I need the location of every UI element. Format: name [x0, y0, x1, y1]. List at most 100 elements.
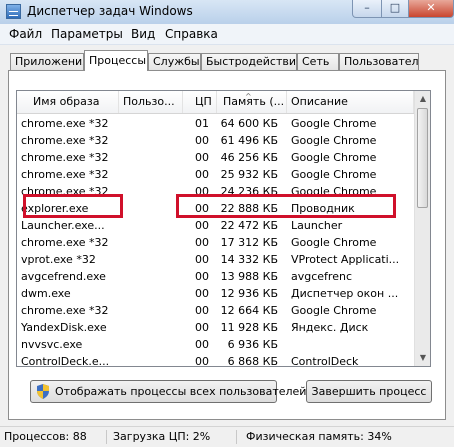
- process-name-cell: chrome.exe *32: [21, 236, 109, 249]
- process-user-cell: [123, 217, 183, 234]
- process-memory-cell: 12 936 КБ: [220, 287, 278, 300]
- process-row[interactable]: dwm.exe 00 12 936 КБ Диспетчер окон ...: [17, 285, 414, 302]
- process-memory-cell: 22 472 КБ: [220, 219, 278, 232]
- column-header-cpu[interactable]: ЦП: [183, 91, 217, 113]
- process-cpu-cell: 00: [195, 270, 209, 283]
- tab-services[interactable]: Службы: [148, 53, 201, 70]
- sort-ascending-icon: ^: [245, 92, 252, 101]
- close-button[interactable]: ✕: [408, 0, 454, 18]
- process-cpu-cell: 00: [195, 321, 209, 334]
- process-user-cell: [123, 115, 183, 132]
- show-all-processes-label: Отображать процессы всех пользователей: [55, 385, 307, 398]
- status-separator: [236, 430, 237, 444]
- process-row[interactable]: ControlDeck.e... 00 6 868 КБ ControlDeck: [17, 353, 414, 367]
- process-row[interactable]: chrome.exe *32 00 17 312 КБ Google Chrome: [17, 234, 414, 251]
- scroll-down-icon[interactable]: ▼: [415, 350, 430, 366]
- process-user-cell: [123, 302, 183, 319]
- process-name-cell: explorer.exe: [21, 202, 89, 215]
- process-description-cell: Google Chrome: [291, 151, 377, 164]
- column-header-description[interactable]: Описание: [287, 91, 414, 113]
- process-user-cell: [123, 268, 183, 285]
- status-bar: Процессов: 88 Загрузка ЦП: 2% Физическая…: [0, 426, 454, 447]
- column-header-memory[interactable]: ^ Память (...: [217, 91, 287, 113]
- process-memory-cell: 13 988 КБ: [220, 270, 278, 283]
- status-cpu-usage: Загрузка ЦП: 2%: [113, 430, 211, 443]
- process-cpu-cell: 01: [195, 117, 209, 130]
- process-memory-cell: 22 888 КБ: [220, 202, 278, 215]
- process-memory-cell: 46 256 КБ: [220, 151, 278, 164]
- process-user-cell: [123, 132, 183, 149]
- menu-options[interactable]: Параметры: [51, 27, 123, 41]
- process-description-cell: Яндекс. Диск: [291, 321, 369, 334]
- process-name-cell: chrome.exe *32: [21, 185, 109, 198]
- process-name-cell: vprot.exe *32: [21, 253, 96, 266]
- process-name-cell: YandexDisk.exe: [21, 321, 107, 334]
- process-memory-cell: 11 928 КБ: [220, 321, 278, 334]
- process-description-cell: Google Chrome: [291, 117, 377, 130]
- show-all-processes-button[interactable]: Отображать процессы всех пользователей: [30, 380, 306, 403]
- process-user-cell: [123, 183, 183, 200]
- tab-network[interactable]: Сеть: [297, 53, 339, 70]
- maximize-button[interactable]: □: [381, 0, 409, 18]
- process-cpu-cell: 00: [195, 253, 209, 266]
- process-row[interactable]: chrome.exe *32 00 25 932 КБ Google Chrome: [17, 166, 414, 183]
- title-bar[interactable]: Диспетчер задач Windows – □ ✕: [0, 0, 454, 24]
- process-description-cell: Google Chrome: [291, 304, 377, 317]
- process-user-cell: [123, 200, 183, 217]
- process-row[interactable]: nvvsvc.exe 00 6 936 КБ: [17, 336, 414, 353]
- process-name-cell: chrome.exe *32: [21, 151, 109, 164]
- process-cpu-cell: 00: [195, 202, 209, 215]
- process-cpu-cell: 00: [195, 338, 209, 351]
- menu-view[interactable]: Вид: [131, 27, 155, 41]
- process-name-cell: chrome.exe *32: [21, 134, 109, 147]
- process-description-cell: Launcher: [291, 219, 343, 232]
- process-row[interactable]: vprot.exe *32 00 14 332 КБ VProtect Applica…: [17, 251, 414, 268]
- process-user-cell: [123, 336, 183, 353]
- process-row[interactable]: chrome.exe *32 00 61 496 КБ Google Chrome: [17, 132, 414, 149]
- process-memory-cell: 17 312 КБ: [220, 236, 278, 249]
- process-cpu-cell: 00: [195, 355, 209, 367]
- process-row[interactable]: chrome.exe *32 00 24 236 КБ Google Chrome: [17, 183, 414, 200]
- minimize-button[interactable]: –: [352, 0, 382, 18]
- process-description-cell: avgcefrenc: [291, 270, 352, 283]
- tab-processes[interactable]: Процессы: [84, 50, 148, 71]
- process-row[interactable]: chrome.exe *32 00 46 256 КБ Google Chrome: [17, 149, 414, 166]
- scroll-up-icon[interactable]: ▲: [415, 91, 430, 107]
- process-user-cell: [123, 319, 183, 336]
- column-header-user[interactable]: Пользо...: [119, 91, 183, 113]
- process-row[interactable]: YandexDisk.exe 00 11 928 КБ Яндекс. Диск: [17, 319, 414, 336]
- process-description-cell: VProtect Applicati...: [291, 253, 400, 266]
- tab-users[interactable]: Пользователи: [339, 53, 419, 70]
- process-memory-cell: 14 332 КБ: [220, 253, 278, 266]
- process-description-cell: Google Chrome: [291, 185, 377, 198]
- vertical-scrollbar[interactable]: ▲ ▼: [414, 91, 430, 366]
- process-description-cell: Диспетчер окон ...: [291, 287, 399, 300]
- scroll-thumb[interactable]: [417, 108, 428, 208]
- process-cpu-cell: 00: [195, 151, 209, 164]
- process-memory-cell: 25 932 КБ: [220, 168, 278, 181]
- process-row[interactable]: chrome.exe *32 00 12 664 КБ Google Chrome: [17, 302, 414, 319]
- process-row[interactable]: chrome.exe *32 01 64 600 КБ Google Chrome: [17, 115, 414, 132]
- list-header: Имя образа Пользо... ЦП ^ Память (... Оп…: [17, 91, 414, 114]
- process-row[interactable]: explorer.exe 00 22 888 КБ Проводник: [17, 200, 414, 217]
- process-cpu-cell: 00: [195, 236, 209, 249]
- process-cpu-cell: 00: [195, 287, 209, 300]
- process-description-cell: Проводник: [291, 202, 355, 215]
- process-name-cell: chrome.exe *32: [21, 117, 109, 130]
- menu-help[interactable]: Справка: [165, 27, 218, 41]
- tab-performance[interactable]: Быстродействие: [201, 53, 297, 70]
- process-row[interactable]: avgcefrend.exe 00 13 988 КБ avgcefrenc: [17, 268, 414, 285]
- process-memory-cell: 24 236 КБ: [220, 185, 278, 198]
- end-process-button[interactable]: Завершить процесс: [306, 380, 432, 403]
- status-process-count: Процессов: 88: [4, 430, 87, 443]
- process-description-cell: Google Chrome: [291, 236, 377, 249]
- column-header-image-name[interactable]: Имя образа: [17, 91, 119, 113]
- process-description-cell: ControlDeck: [291, 355, 359, 367]
- tab-applications[interactable]: Приложения: [10, 53, 84, 70]
- process-memory-cell: 6 868 КБ: [227, 355, 278, 367]
- process-row[interactable]: Launcher.exe... 00 22 472 КБ Launcher: [17, 217, 414, 234]
- menu-file[interactable]: Файл: [9, 27, 42, 41]
- process-name-cell: ControlDeck.e...: [21, 355, 110, 367]
- process-list[interactable]: Имя образа Пользо... ЦП ^ Память (... Оп…: [16, 90, 431, 367]
- status-memory-usage: Физическая память: 34%: [246, 430, 392, 443]
